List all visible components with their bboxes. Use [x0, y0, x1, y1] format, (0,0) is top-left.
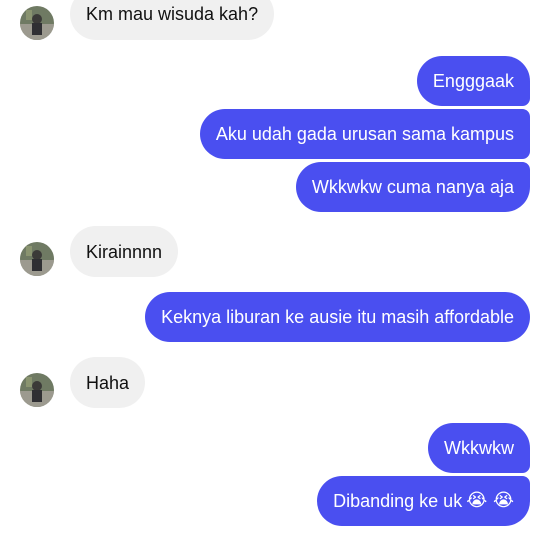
outgoing-message[interactable]: Wkkwkw cuma nanya aja [295, 162, 530, 212]
outgoing-message[interactable]: Engggaak [416, 56, 530, 106]
outgoing-message[interactable]: Wkkwkw [428, 423, 530, 473]
message-text: Keknya liburan ke ausie itu masih afford… [161, 307, 514, 327]
contact-avatar[interactable] [20, 373, 54, 407]
incoming-message[interactable]: Haha [70, 357, 146, 408]
message-text: Wkkwkw cuma nanya aja [311, 177, 514, 197]
avatar-photo-icon [20, 373, 54, 407]
message-text: Haha [86, 372, 130, 393]
message-text: Dibanding ke uk [333, 491, 463, 511]
outgoing-message[interactable]: Aku udah gada urusan sama kampus [199, 109, 530, 159]
avatar-photo-icon [20, 6, 54, 40]
message-text: Aku udah gada urusan sama kampus [215, 124, 514, 144]
avatar-photo-icon [20, 242, 54, 276]
incoming-message[interactable]: Km mau wisuda kah? [70, 0, 275, 40]
contact-avatar[interactable] [20, 242, 54, 276]
contact-avatar[interactable] [20, 6, 54, 40]
message-text: Wkkwkw [444, 438, 514, 458]
outgoing-message[interactable]: Dibanding ke uk 😭 😭 [317, 476, 530, 526]
outgoing-message[interactable]: Keknya liburan ke ausie itu masih afford… [145, 292, 530, 342]
chat-thread: Km mau wisuda kah? Engggaak Aku udah gad… [0, 0, 540, 533]
message-text: Km mau wisuda kah? [86, 4, 259, 24]
message-text: Kirainnnn [86, 241, 163, 262]
crying-emoji-icon: 😭 😭 [466, 490, 514, 511]
incoming-message[interactable]: Kirainnnn [70, 226, 179, 277]
message-text: Engggaak [432, 71, 514, 91]
